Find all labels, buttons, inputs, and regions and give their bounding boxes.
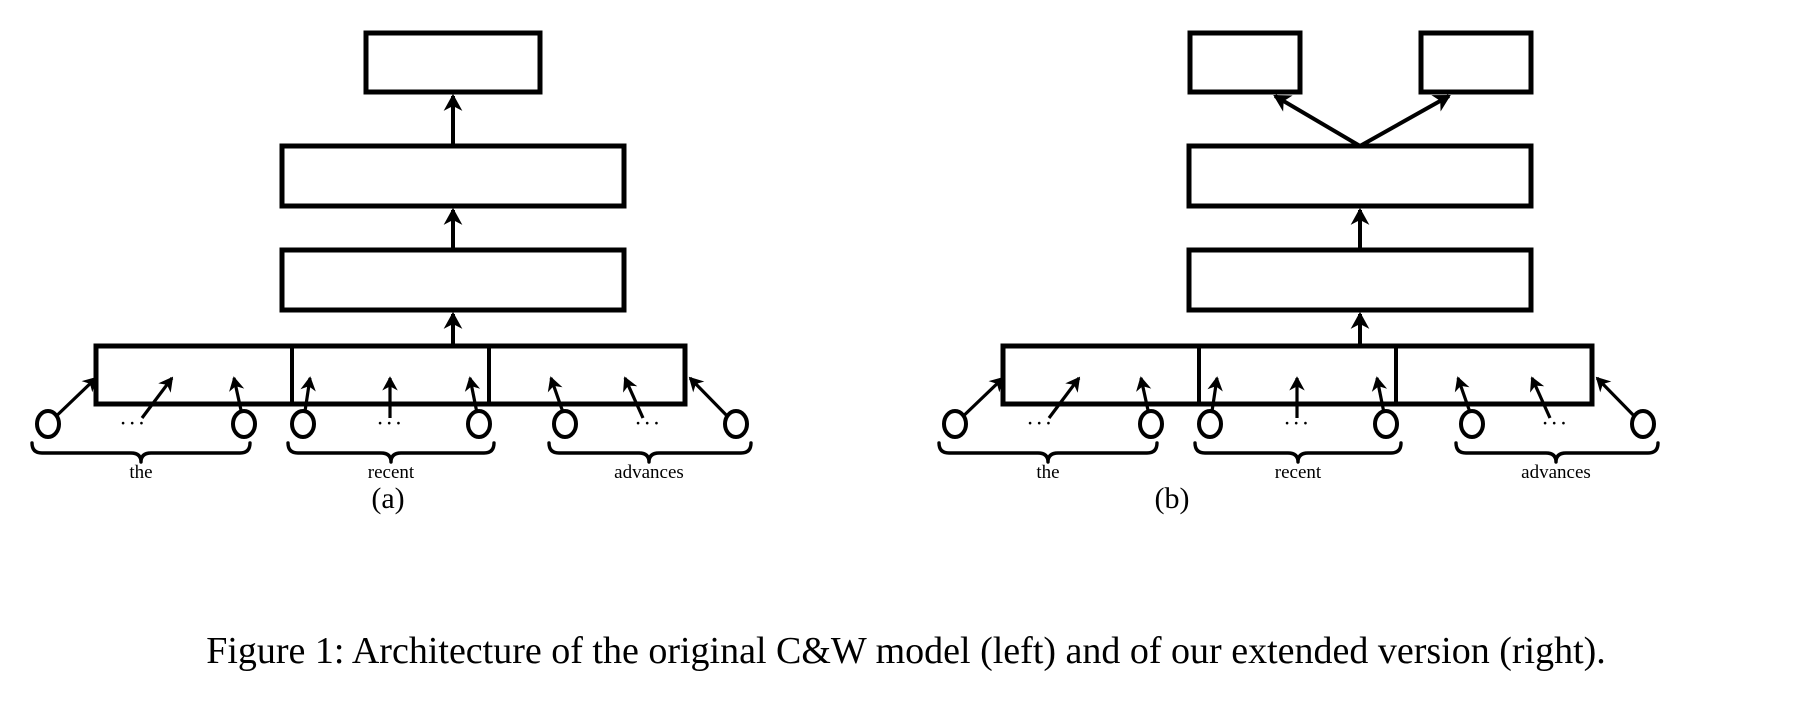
b-the-unit-1: [942, 409, 968, 439]
a-the-word-label: the: [129, 462, 152, 483]
b-advances-brace: [1454, 441, 1660, 464]
b-output-layer-right-box: [1418, 30, 1534, 95]
b-output-layer-left-box: [1187, 30, 1303, 95]
a-advances-unit-2: [723, 409, 749, 439]
a-the-ellipsis: ···: [119, 411, 146, 436]
figure-diagram: ··· the ··· recent ··· advances (a) ··· …: [30, 30, 1660, 515]
a-advances-word-label: advances: [614, 462, 684, 483]
b-the-brace: [937, 441, 1159, 464]
a-recent-word-label: recent: [368, 462, 415, 483]
b-recent-brace: [1193, 441, 1403, 464]
a-recent-brace: [286, 441, 496, 464]
b-recent-unit-1: [1197, 409, 1223, 439]
b-advances-word-label: advances: [1521, 462, 1591, 483]
panel-b-label: (b): [1155, 482, 1190, 515]
b-hidden-layer-2-box: [1186, 143, 1534, 209]
a-the-brace: [30, 441, 252, 464]
b-recent-word-label: recent: [1275, 462, 1322, 483]
b-edge-hidden2-to-output-left: [1273, 94, 1362, 148]
panel-a-label: (a): [371, 482, 404, 515]
a-output-layer-box: [363, 30, 543, 95]
b-edge-hidden2-to-output-right: [1359, 94, 1451, 148]
a-hidden-layer-2-box: [279, 143, 627, 209]
a-advances-brace: [547, 441, 753, 464]
a-hidden-layer-1-box: [279, 247, 627, 313]
b-the-word-label: the: [1036, 462, 1059, 483]
a-recent-unit-1: [290, 409, 316, 439]
b-the-ellipsis: ···: [1026, 411, 1053, 436]
b-recent-unit-2: [1373, 409, 1399, 439]
a-the-unit-2: [231, 409, 257, 439]
figure-container: ··· the ··· recent ··· advances (a) ··· …: [0, 0, 1812, 708]
b-the-unit-2: [1138, 409, 1164, 439]
b-advances-ellipsis: ···: [1541, 411, 1568, 436]
panel-a: ··· the ··· recent ··· advances (a): [30, 30, 753, 515]
a-advances-unit-1: [552, 409, 578, 439]
panel-b: ··· the ··· recent ··· advances (b): [937, 30, 1660, 515]
b-advances-unit-2: [1630, 409, 1656, 439]
a-recent-unit-2: [466, 409, 492, 439]
b-recent-ellipsis: ···: [1283, 411, 1310, 436]
a-the-unit-1: [35, 409, 61, 439]
figure-caption: Figure 1: Architecture of the original C…: [206, 630, 1606, 672]
b-advances-unit-1: [1459, 409, 1485, 439]
a-recent-ellipsis: ···: [376, 411, 403, 436]
a-advances-ellipsis: ···: [634, 411, 661, 436]
b-hidden-layer-1-box: [1186, 247, 1534, 313]
